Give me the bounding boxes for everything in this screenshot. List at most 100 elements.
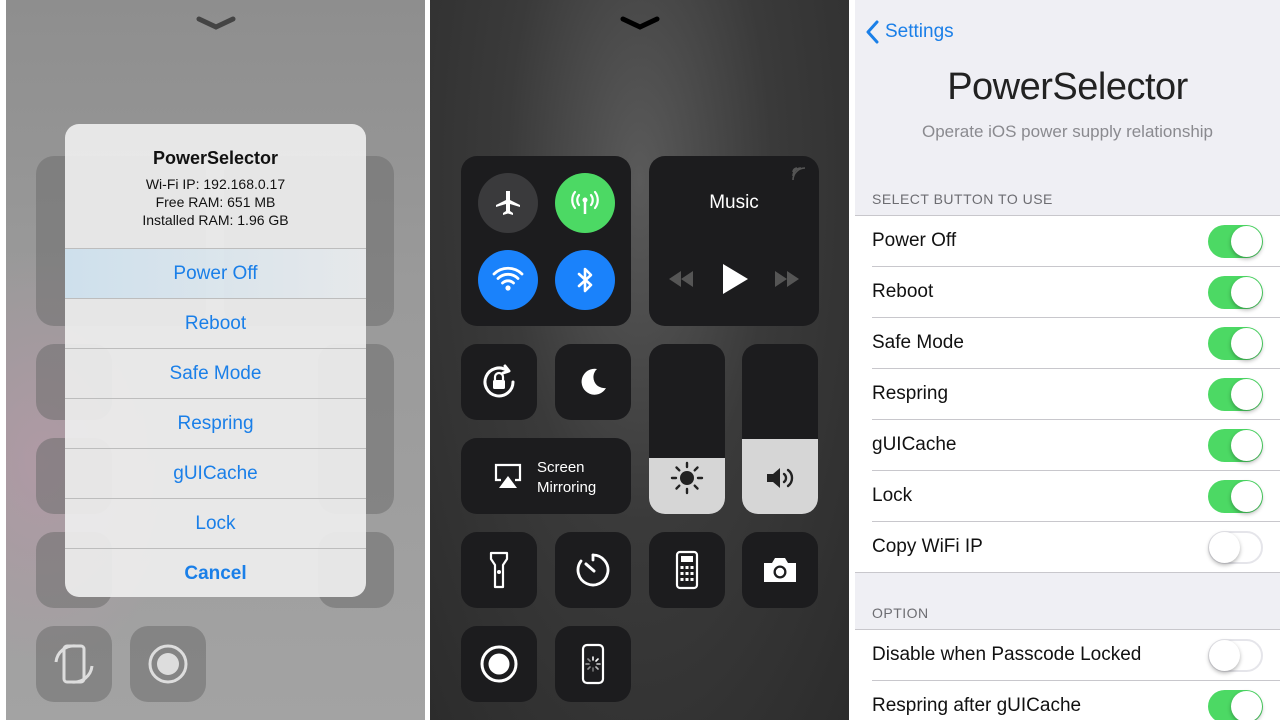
rewind-icon[interactable] [667,269,695,289]
screen-rotation-icon[interactable] [36,626,112,702]
respring-toggle[interactable] [1208,378,1263,411]
brightness-slider[interactable] [649,344,725,514]
toggle-knob [1231,691,1262,720]
screen-mirroring-icon [494,463,522,488]
chevron-down-icon[interactable] [196,16,236,30]
play-icon[interactable] [720,262,750,296]
wifi-button[interactable] [478,250,538,310]
phone-spinner-icon [581,643,605,685]
toggle-knob [1231,481,1262,512]
calculator-button[interactable] [649,532,725,608]
settings-panel: Settings PowerSelector Operate iOS power… [855,0,1280,720]
timer-button[interactable] [555,532,631,608]
volume-slider[interactable] [742,344,818,514]
music-module[interactable]: Music [649,156,819,326]
bluetooth-icon [577,267,593,293]
wifi-icon [492,266,524,291]
bluetooth-button[interactable] [555,250,615,310]
airplane-mode-button[interactable] [478,173,538,233]
power-off-button[interactable]: Power Off [65,249,366,299]
do-not-disturb-button[interactable] [555,344,631,420]
select-button-group: Power Off Reboot Safe Mode Respring gUIC… [855,215,1280,573]
camera-button[interactable] [742,532,818,608]
setting-label: Respring after gUICache [872,695,1082,716]
setting-row-respring-after-guicache: Respring after gUICache [872,681,1280,720]
rotation-lock-icon [483,364,515,398]
disable-when-locked-toggle[interactable] [1208,639,1263,672]
setting-row-guicache: gUICache [872,420,1280,471]
powerselector-button[interactable] [555,626,631,702]
chevron-left-icon [866,20,879,44]
calculator-icon [675,550,699,590]
music-title: Music [709,192,759,213]
flashlight-button[interactable] [461,532,537,608]
power-selector-alert: PowerSelector Wi-Fi IP: 192.168.0.17 Fre… [65,124,366,597]
page-title: PowerSelector [947,66,1188,108]
page-subtitle: Operate iOS power supply relationship [921,122,1214,141]
camera-icon [764,558,796,582]
screen-mirroring-line1: Screen [537,459,585,476]
screen-mirroring-line2: Mirroring [537,479,597,496]
guicache-toggle[interactable] [1208,429,1263,462]
guicache-button[interactable]: gUICache [65,449,366,499]
cancel-button[interactable]: Cancel [65,549,366,597]
sun-icon [670,461,704,495]
screen-mirroring-button[interactable]: Screen Mirroring [461,438,631,514]
setting-row-safe-mode: Safe Mode [872,318,1280,369]
reboot-button[interactable]: Reboot [65,299,366,349]
section-header-option: OPTION [872,605,929,621]
screen-record-button[interactable] [461,626,537,702]
setting-row-copy-wifi-ip: Copy WiFi IP [872,522,1280,572]
flashlight-icon [489,551,509,589]
airplay-audio-icon[interactable] [791,166,807,182]
toggle-knob [1231,430,1262,461]
setting-row-lock: Lock [872,471,1280,522]
free-ram-text: Free RAM: 651 MB [155,194,276,210]
setting-label: Lock [872,485,913,506]
lock-button[interactable]: Lock [65,499,366,549]
control-center-panel: Music Screen Mirroring [430,0,849,720]
alert-header: PowerSelector Wi-Fi IP: 192.168.0.17 Fre… [65,124,366,249]
toggle-knob [1231,379,1262,410]
wifi-ip-text: Wi-Fi IP: 192.168.0.17 [145,176,286,192]
toggle-knob [1209,532,1240,563]
action-sheet-panel: PowerSelector Wi-Fi IP: 192.168.0.17 Fre… [6,0,425,720]
power-off-toggle[interactable] [1208,225,1263,258]
setting-label: gUICache [872,434,957,455]
respring-button[interactable]: Respring [65,399,366,449]
screen-record-icon[interactable] [130,626,206,702]
screen-record-icon [480,645,518,683]
setting-row-respring: Respring [872,369,1280,420]
airplane-icon [496,191,520,215]
fast-forward-icon[interactable] [773,269,801,289]
toggle-knob [1231,226,1262,257]
option-group: Disable when Passcode Locked Respring af… [855,629,1280,720]
chevron-down-icon[interactable] [620,16,660,30]
setting-label: Disable when Passcode Locked [872,644,1142,665]
safe-mode-toggle[interactable] [1208,327,1263,360]
toggle-knob [1231,328,1262,359]
cellular-antenna-icon [571,190,599,214]
rotation-lock-button[interactable] [461,344,537,420]
section-header-select-button: SELECT BUTTON TO USE [872,191,1053,207]
setting-label: Reboot [872,281,934,302]
speaker-icon [767,468,794,488]
safe-mode-button[interactable]: Safe Mode [65,349,366,399]
setting-label: Copy WiFi IP [872,536,983,557]
cellular-data-button[interactable] [555,173,615,233]
respring-after-guicache-toggle[interactable] [1208,690,1263,720]
status-bar [855,0,1280,7]
copy-wifi-ip-toggle[interactable] [1208,531,1263,564]
toggle-knob [1209,640,1240,671]
toggle-knob [1231,277,1262,308]
setting-row-power-off: Power Off [872,216,1280,267]
lock-toggle[interactable] [1208,480,1263,513]
timer-icon [576,553,610,587]
reboot-toggle[interactable] [1208,276,1263,309]
back-button[interactable]: Settings [865,20,954,44]
moon-icon [581,368,606,395]
installed-ram-text: Installed RAM: 1.96 GB [142,212,289,228]
alert-title: PowerSelector [152,148,279,168]
setting-label: Safe Mode [872,332,964,353]
back-label: Settings [885,21,954,42]
